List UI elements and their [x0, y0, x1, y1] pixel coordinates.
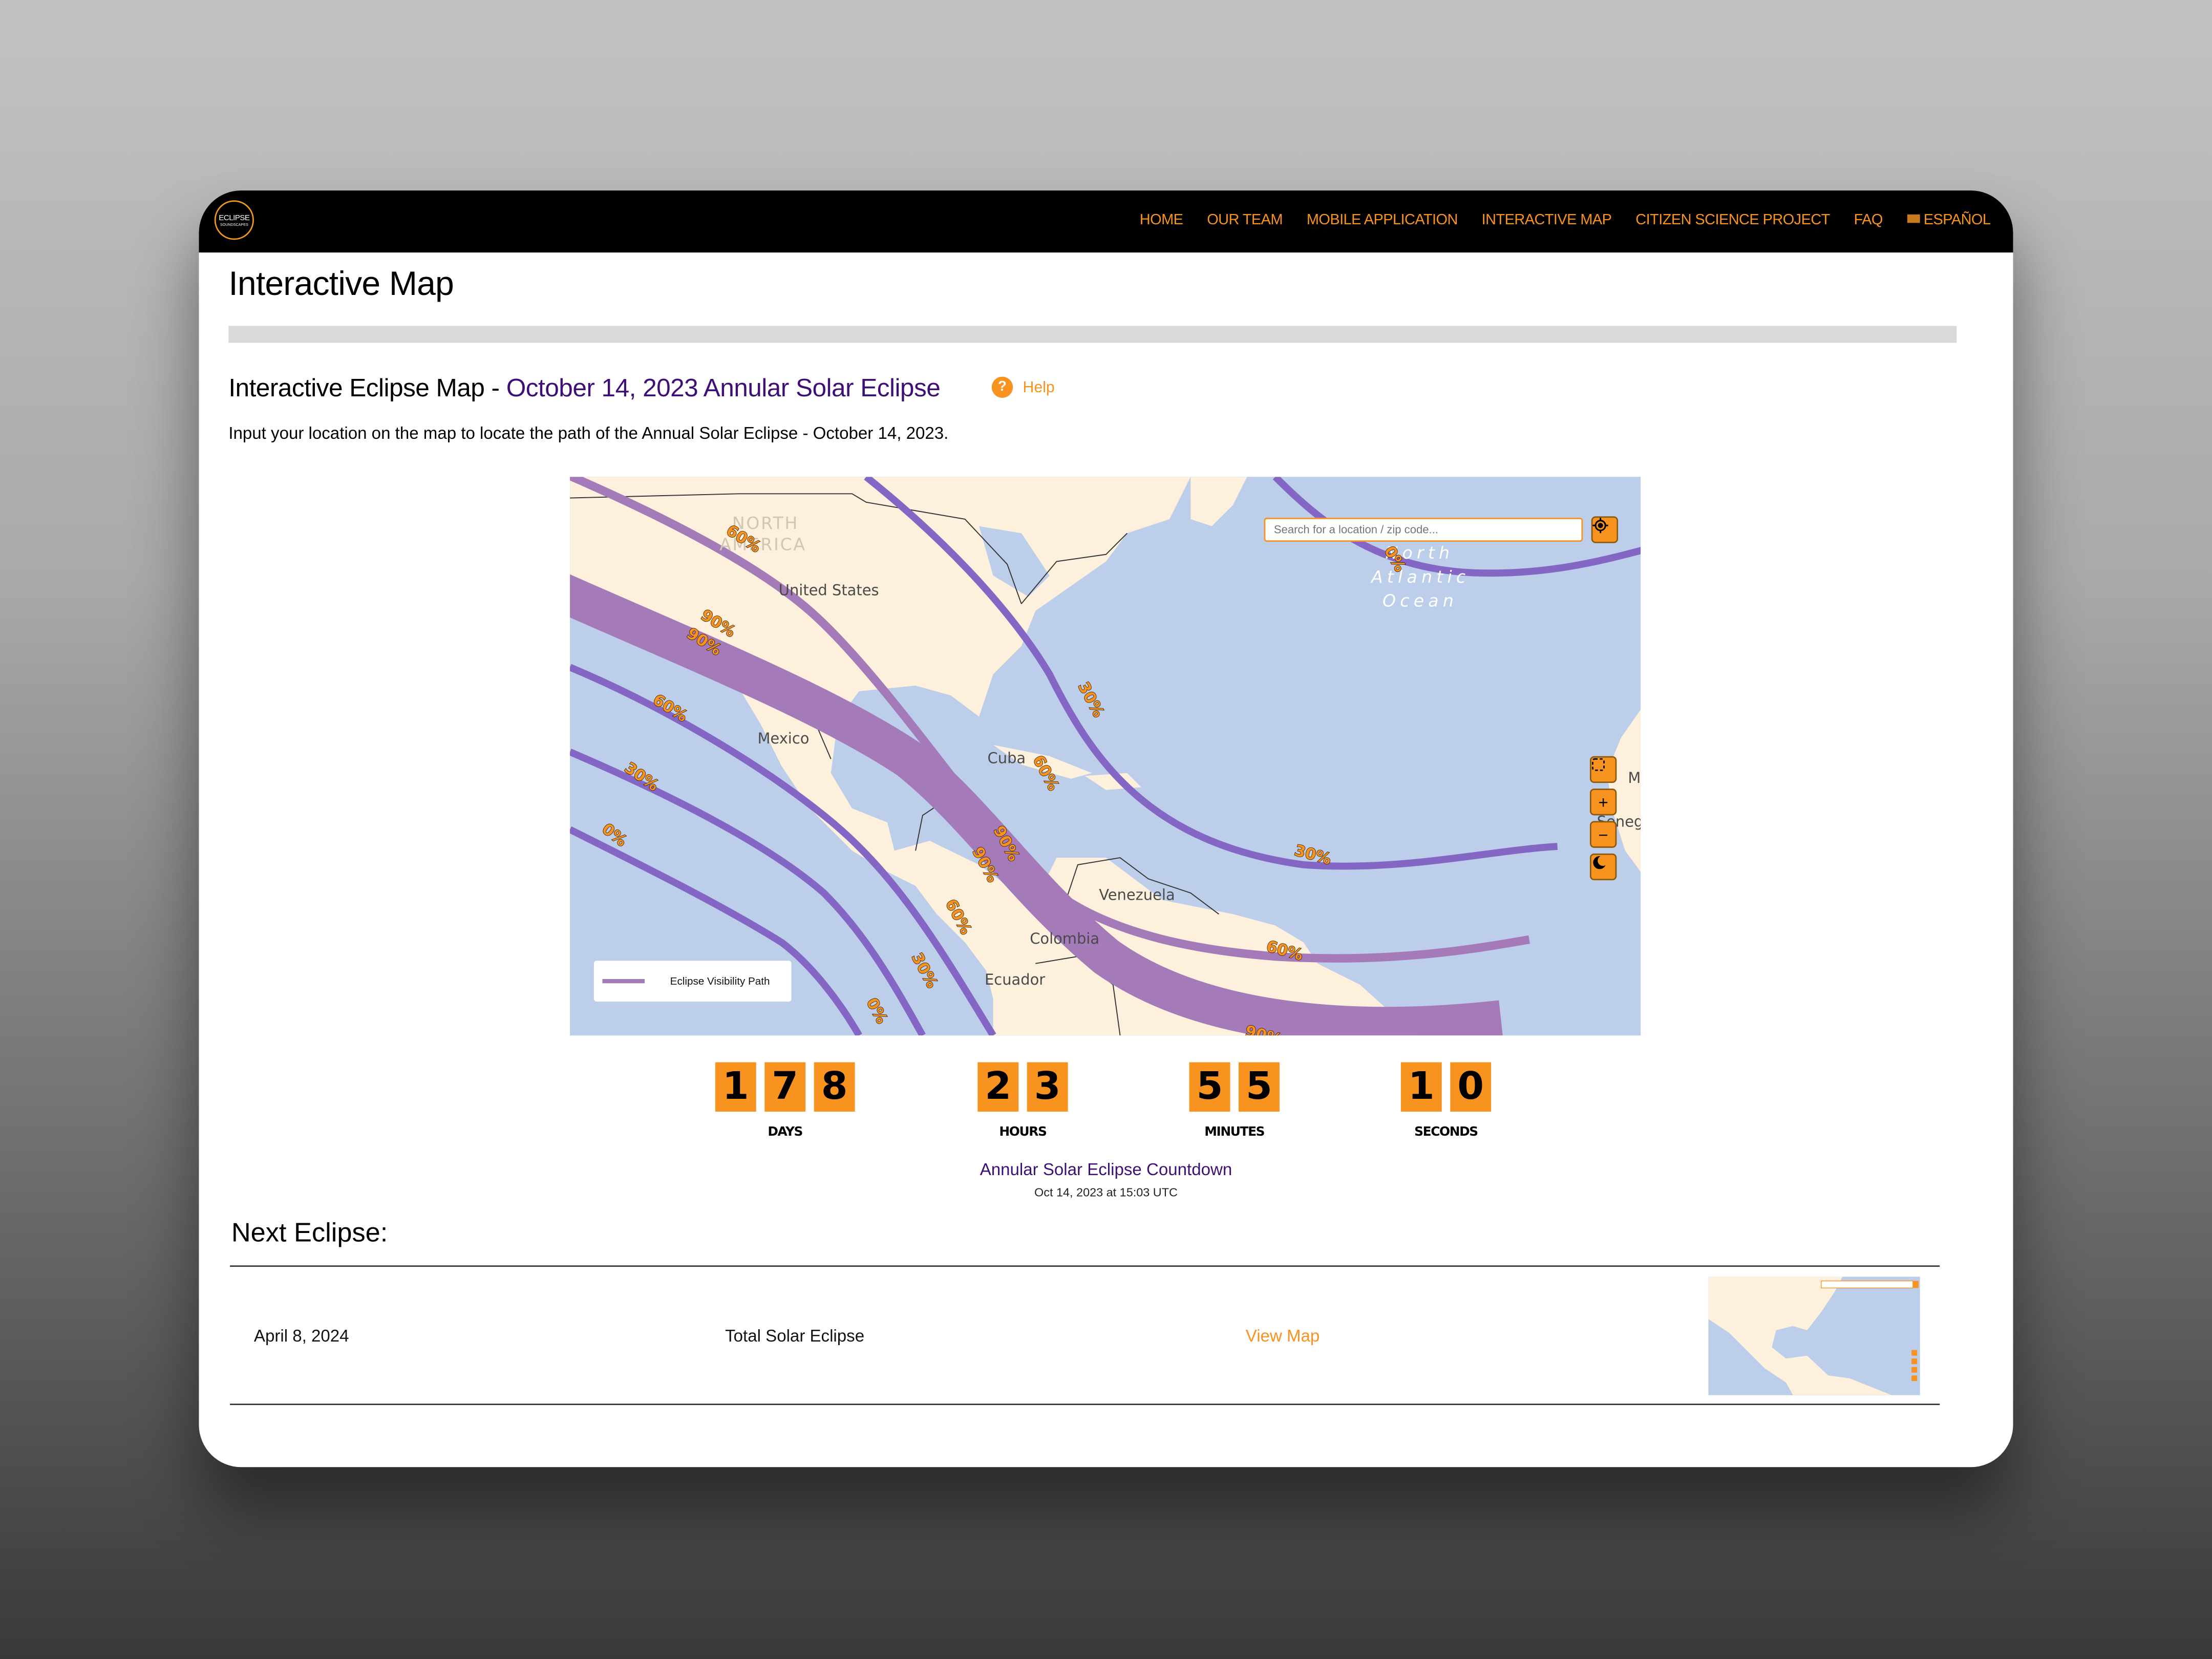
spain-flag-icon	[1906, 214, 1920, 223]
page-title: Interactive Map	[228, 265, 454, 304]
newfoundland	[1190, 477, 1247, 526]
countdown-digit: 8	[814, 1062, 855, 1112]
country-label-venezuela: Venezuela	[1099, 886, 1175, 904]
countdown-minutes: 5 5 MINUTES	[1189, 1062, 1280, 1140]
fullscreen-button[interactable]	[1589, 756, 1617, 783]
country-label-ecuador: Ecuador	[985, 971, 1045, 988]
browser-window: ECLIPSE SOUNDSCAPES HOME OUR TEAM MOBILE…	[199, 190, 2013, 1467]
countdown-digit: 1	[1400, 1062, 1442, 1112]
countdown-digit: 5	[1189, 1062, 1230, 1112]
countdown-digit: 2	[977, 1062, 1019, 1112]
contour-0-south	[570, 826, 862, 1036]
country-label-colombia: Colombia	[1030, 930, 1099, 947]
country-label-mauritania: M	[1628, 769, 1641, 786]
table-row: April 8, 2024 Total Solar Eclipse View M…	[230, 1277, 1940, 1403]
zoom-in-button[interactable]: +	[1589, 789, 1617, 816]
nav-our-team[interactable]: OUR TEAM	[1207, 211, 1283, 228]
thumbnail-map	[1708, 1277, 1919, 1395]
countdown-digit: 1	[715, 1062, 756, 1112]
eclipse-type: Total Solar Eclipse	[725, 1326, 865, 1346]
contour-label: 30%	[908, 950, 941, 991]
country-label-mexico: Mexico	[757, 730, 809, 747]
table-top-rule	[230, 1265, 1940, 1267]
nav-home[interactable]: HOME	[1140, 211, 1183, 228]
nav-interactive-map[interactable]: INTERACTIVE MAP	[1482, 211, 1612, 228]
dark-mode-button[interactable]	[1589, 853, 1617, 881]
zoom-out-icon: −	[1598, 824, 1608, 844]
ocean-label-atlantic: Atlantic	[1370, 567, 1470, 587]
locate-button[interactable]	[1591, 516, 1619, 543]
eclipse-map[interactable]: NORTH AMERICA North Atlantic Ocean Unite…	[570, 477, 1641, 1036]
countdown-digit: 5	[1238, 1062, 1280, 1112]
moon-icon	[1593, 856, 1606, 869]
eclipse-soundscapes-logo[interactable]: ECLIPSE SOUNDSCAPES	[214, 200, 254, 240]
next-eclipse-heading: Next Eclipse:	[231, 1219, 388, 1249]
eclipse-date: April 8, 2024	[253, 1326, 349, 1346]
legend-swatch	[602, 979, 645, 984]
countdown-days: 1 7 8 DAYS	[715, 1062, 855, 1140]
fullscreen-icon	[1592, 758, 1605, 771]
countdown-hours: 2 3 HOURS	[977, 1062, 1068, 1140]
countdown-date: Oct 14, 2023 at 15:03 UTC	[1034, 1185, 1178, 1199]
view-map-link[interactable]: View Map	[1246, 1326, 1320, 1346]
title-divider	[228, 326, 1957, 343]
countdown-seconds: 1 0 SECONDS	[1400, 1062, 1492, 1140]
map-thumbnail[interactable]	[1708, 1277, 1920, 1395]
countdown-digit: 0	[1450, 1062, 1492, 1112]
countdown-digit: 7	[764, 1062, 806, 1112]
countdown-digit: 3	[1027, 1062, 1068, 1112]
nav-espanol[interactable]: ESPAÑOL	[1906, 211, 1991, 228]
intro-text: Input your location on the map to locate…	[228, 423, 949, 443]
map-canvas: NORTH AMERICA North Atlantic Ocean Unite…	[570, 477, 1641, 1036]
ocean-label-ocean: Ocean	[1382, 591, 1458, 611]
country-label-united-states: United States	[779, 582, 879, 599]
map-heading: Interactive Eclipse Map - October 14, 20…	[228, 374, 941, 402]
map-legend: Eclipse Visibility Path	[593, 961, 792, 1002]
countdown-title: Annular Solar Eclipse Countdown	[980, 1159, 1232, 1180]
help-link[interactable]: ? Help	[991, 376, 1055, 398]
contour-label: 0%	[863, 995, 891, 1027]
zoom-out-button[interactable]: −	[1589, 821, 1617, 848]
country-label-cuba: Cuba	[988, 750, 1026, 767]
table-bottom-rule	[230, 1403, 1940, 1406]
nav-citizen-science-project[interactable]: CITIZEN SCIENCE PROJECT	[1635, 211, 1830, 228]
location-search-input[interactable]	[1264, 518, 1583, 542]
nav-faq[interactable]: FAQ	[1854, 211, 1883, 228]
contour-label: 30%	[1074, 679, 1108, 720]
nav-mobile-application[interactable]: MOBILE APPLICATION	[1307, 211, 1458, 228]
crosshair-icon	[1592, 518, 1608, 534]
zoom-in-icon: +	[1598, 792, 1608, 812]
help-icon: ?	[991, 376, 1013, 398]
top-navigation: ECLIPSE SOUNDSCAPES HOME OUR TEAM MOBILE…	[199, 190, 2013, 253]
